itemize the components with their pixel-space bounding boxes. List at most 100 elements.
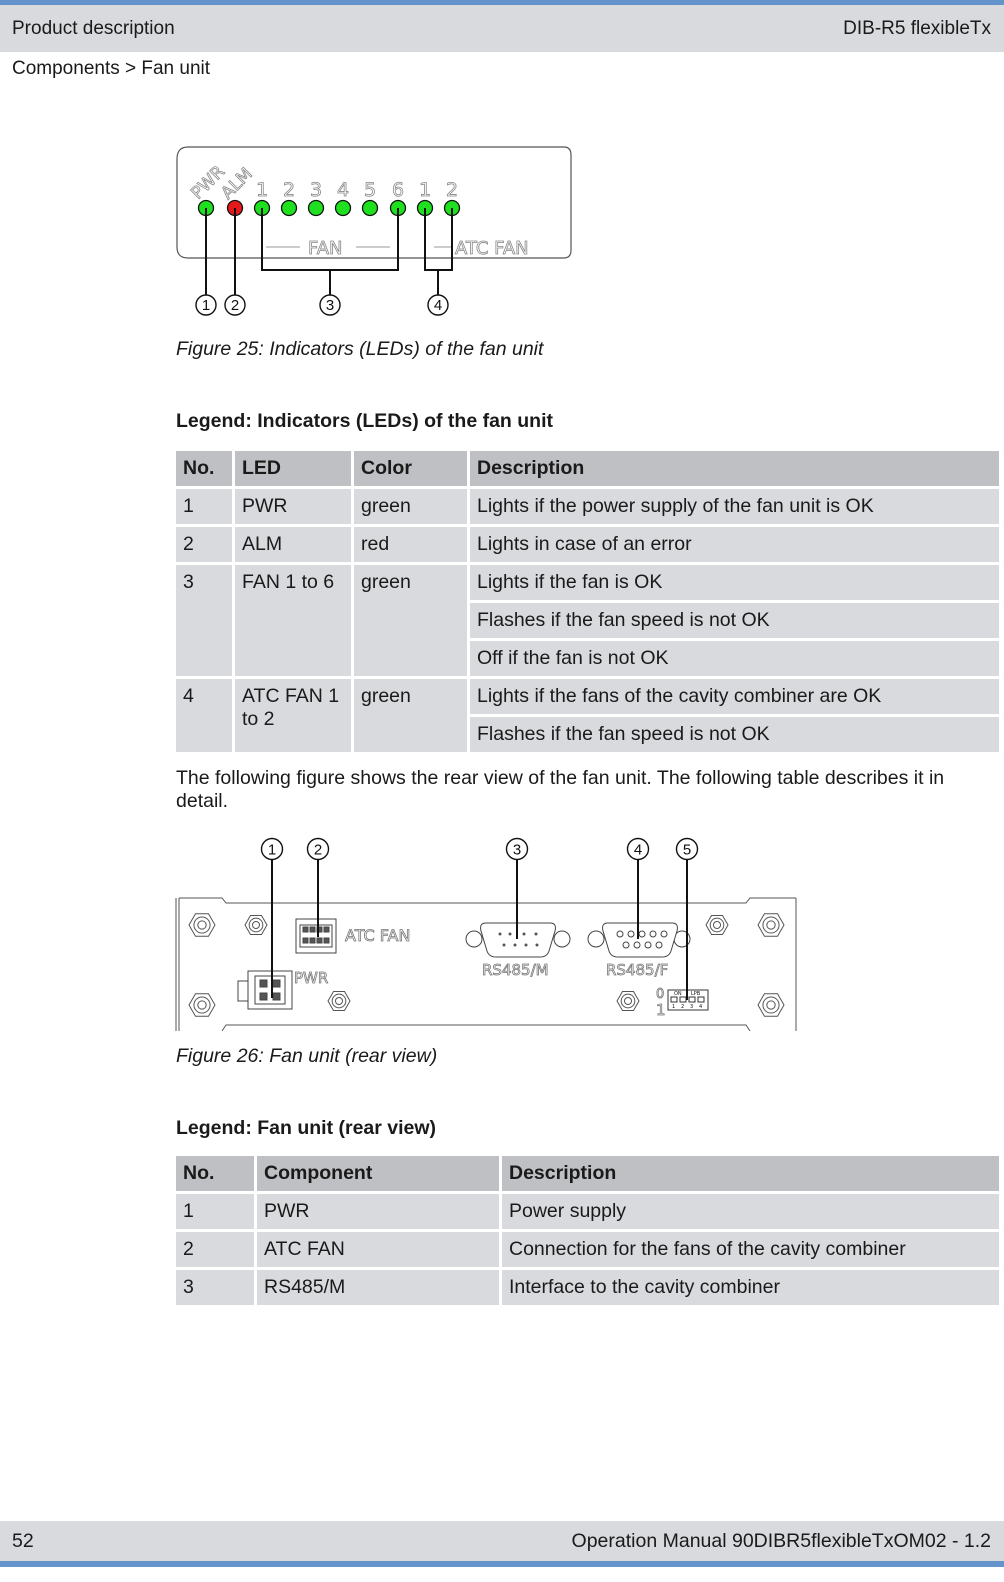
table-row: 2 ALM red Lights in case of an error (176, 527, 999, 562)
cell-led: ATC FAN 1 to 2 (235, 679, 351, 752)
cell-description: Lights if the power supply of the fan un… (470, 489, 999, 524)
atc-fan-connector (295, 918, 337, 954)
cell-no: 3 (176, 1270, 254, 1305)
dip-off-label: 0 (656, 987, 664, 1002)
dip-number: 1 (672, 1004, 675, 1010)
callout-4: 4 (626, 837, 650, 861)
callout-2: 2 (224, 294, 246, 316)
callout-5: 5 (675, 837, 699, 861)
svg-text:4: 4 (634, 842, 642, 859)
rs485m-label: RS485/M (482, 961, 549, 979)
rs485f-label: RS485/F (606, 961, 668, 979)
cell-component: RS485/M (257, 1270, 499, 1305)
cell-description: Lights if the fans of the cavity combine… (470, 679, 999, 714)
breadcrumb: Components > Fan unit (12, 58, 211, 79)
cell-description: Off if the fan is not OK (470, 641, 999, 676)
legend-1-title: Legend: Indicators (LEDs) of the fan uni… (176, 410, 553, 432)
svg-text:2: 2 (231, 297, 239, 314)
cell-no: 4 (176, 679, 232, 752)
svg-text:4: 4 (434, 297, 442, 314)
svg-text:ATC FAN: ATC FAN (455, 238, 529, 259)
callout-2: 2 (306, 837, 330, 861)
cell-no: 2 (176, 527, 232, 562)
svg-text:3: 3 (326, 297, 334, 314)
panel-number-label: 2 (446, 179, 458, 201)
dip-number: 3 (690, 1004, 693, 1010)
col-header-description: Description (502, 1156, 999, 1191)
pwr-connector (237, 970, 293, 1010)
screw-icon (188, 993, 216, 1017)
svg-text:2: 2 (314, 842, 322, 859)
panel-number-label: 6 (392, 179, 404, 201)
dip-number: 4 (699, 1004, 702, 1010)
callout-3: 3 (505, 837, 529, 861)
cell-description: Flashes if the fan speed is not OK (470, 717, 999, 752)
led-fan-4 (334, 199, 352, 217)
document-title: Operation Manual 90DIBR5flexibleTxOM02 -… (571, 1530, 991, 1552)
screw-icon (705, 915, 729, 935)
callout-markers: 1 2 3 4 (195, 294, 449, 316)
intro-paragraph: The following figure shows the rear view… (176, 767, 945, 812)
cell-led: FAN 1 to 6 (235, 565, 351, 676)
cell-led: PWR (235, 489, 351, 524)
cell-color: green (354, 489, 467, 524)
pwr-label: PWR (294, 969, 328, 987)
table-header-row: No. LED Color Description (176, 451, 999, 486)
callout-markers: 1 2 3 4 5 (260, 837, 699, 861)
screw-icon (327, 991, 351, 1011)
bottom-accent-bar (0, 1561, 1004, 1567)
panel-number-label: 4 (337, 179, 349, 201)
callout-3: 3 (319, 294, 341, 316)
callout-4: 4 (427, 294, 449, 316)
cell-description: Power supply (502, 1194, 999, 1229)
panel-number-label: 3 (310, 179, 322, 201)
page-header: Product description DIB-R5 flexibleTx (0, 5, 1004, 52)
led-legend-table: No. LED Color Description 1 PWR green Li… (173, 448, 1002, 755)
col-header-no: No. (176, 1156, 254, 1191)
svg-text:1: 1 (268, 842, 276, 859)
col-header-color: Color (354, 451, 467, 486)
panel-number-label: 1 (256, 179, 268, 201)
cell-description: Flashes if the fan speed is not OK (470, 603, 999, 638)
table-row: 4 ATC FAN 1 to 2 green Lights if the fan… (176, 679, 999, 752)
col-header-description: Description (470, 451, 999, 486)
svg-text:FAN: FAN (308, 238, 342, 259)
svg-text:1: 1 (202, 297, 210, 314)
cell-color: red (354, 527, 467, 562)
alm-engraving: ALM (217, 164, 256, 203)
table-row: 2 ATC FAN Connection for the fans of the… (176, 1232, 999, 1267)
table-row: 1 PWR green Lights if the power supply o… (176, 489, 999, 524)
atc-fan-label: ATC FAN (345, 926, 410, 945)
bottom-accent-area (0, 1561, 1004, 1582)
led-fan-3 (307, 199, 325, 217)
cell-led: ALM (235, 527, 351, 562)
cell-color: green (354, 565, 467, 676)
led-row (197, 199, 461, 217)
screw-icon (244, 915, 268, 935)
panel-number-label: 5 (364, 179, 376, 201)
panel-number-label: 2 (283, 179, 295, 201)
page-footer: 52 Operation Manual 90DIBR5flexibleTxOM0… (0, 1521, 1004, 1561)
cell-component: PWR (257, 1194, 499, 1229)
header-section-title: Product description (12, 18, 175, 39)
cell-component: ATC FAN (257, 1232, 499, 1267)
screw-icon (757, 993, 785, 1017)
svg-text:5: 5 (683, 842, 691, 859)
dip-header-right: LPB (691, 991, 701, 997)
cell-description: Interface to the cavity combiner (502, 1270, 999, 1305)
dip-number: 2 (681, 1004, 684, 1010)
table-row: 3 RS485/M Interface to the cavity combin… (176, 1270, 999, 1305)
figure-26-rear-view: ATC FAN PWR RS485/M RS485/F 0 1 ON LPB 1… (175, 837, 797, 1031)
rear-view-legend-table: No. Component Description 1 PWR Power su… (173, 1153, 1002, 1308)
fan-number-labels: 12345612 (256, 179, 459, 202)
legend-2-title: Legend: Fan unit (rear view) (176, 1117, 437, 1139)
callout-1: 1 (195, 294, 217, 316)
header-product-name: DIB-R5 flexibleTx (843, 18, 991, 39)
col-header-led: LED (235, 451, 351, 486)
dip-on-label: 1 (656, 1001, 666, 1019)
cell-color: green (354, 679, 467, 752)
svg-text:3: 3 (513, 842, 521, 859)
screw-icon (188, 913, 216, 937)
col-header-no: No. (176, 451, 232, 486)
panel-number-label: 1 (419, 179, 431, 201)
